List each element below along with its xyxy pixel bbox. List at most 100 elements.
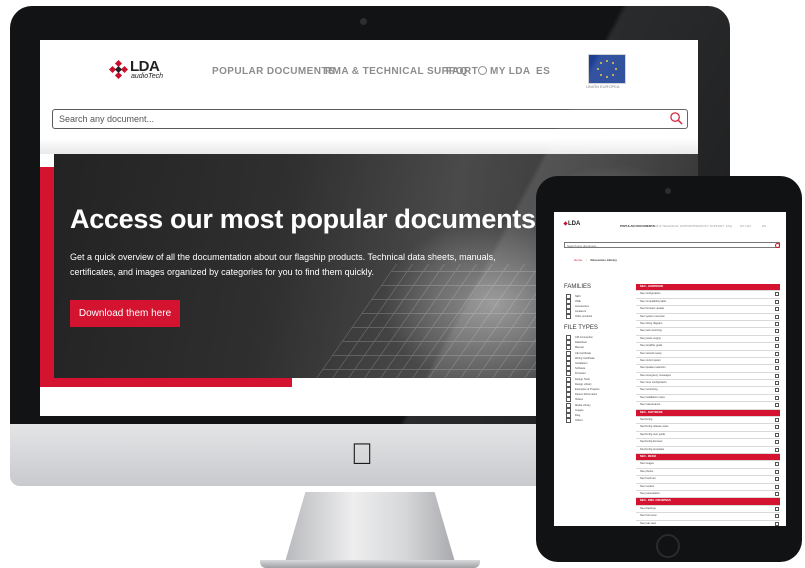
download-icon[interactable]	[775, 447, 779, 452]
document-row[interactable]: Neo zone configuration	[636, 380, 780, 388]
breadcrumb-current: Resources Library	[590, 258, 617, 262]
download-icon[interactable]	[775, 432, 779, 437]
download-icon[interactable]	[775, 299, 779, 304]
apple-icon: 	[348, 438, 376, 472]
document-row[interactable]: Neo monitoring	[636, 387, 780, 395]
download-icon[interactable]	[775, 469, 779, 474]
download-icon[interactable]	[775, 418, 779, 423]
document-row[interactable]: Neo power supply	[636, 336, 780, 344]
download-icon[interactable]	[775, 307, 779, 312]
download-icon[interactable]	[775, 321, 779, 326]
download-icon[interactable]	[775, 351, 779, 356]
document-row[interactable]: Neo system overview	[636, 314, 780, 321]
download-icon[interactable]	[775, 521, 779, 526]
tablet-nav-language[interactable]: ES	[762, 224, 766, 228]
download-icon[interactable]	[775, 344, 779, 349]
document-title: Neo amplifier guide	[640, 344, 663, 348]
search-input[interactable]	[59, 112, 639, 126]
document-list: NEO - HARDWARE Neo configuration Neo compa…	[636, 284, 780, 526]
document-title: Neo network setup	[640, 351, 662, 355]
document-row[interactable]: NeoConfig	[636, 417, 780, 425]
download-icon[interactable]	[775, 506, 779, 511]
document-row[interactable]: Neo brochure	[636, 476, 780, 484]
tablet-breadcrumb: Home / Resources Library	[574, 258, 617, 262]
download-icon[interactable]	[775, 358, 779, 363]
logo-mark-icon	[108, 59, 129, 80]
checkbox-icon	[566, 418, 571, 424]
monitor-camera	[360, 18, 367, 25]
nav-language[interactable]: ES	[536, 66, 550, 77]
tablet-site-logo[interactable]: LDA	[563, 221, 581, 227]
document-row[interactable]: Neo rear view	[636, 521, 780, 527]
document-row[interactable]: Neo presentation	[636, 491, 780, 499]
tablet-nav-product-support[interactable]: PRODUCT SUPPORT	[694, 224, 724, 228]
document-row[interactable]: Neo drawings	[636, 506, 780, 514]
download-icon[interactable]	[775, 314, 779, 319]
download-icon[interactable]	[775, 491, 779, 496]
download-icon[interactable]	[775, 484, 779, 489]
document-title: NeoConfig user guide	[640, 432, 666, 436]
document-row[interactable]: Neo amplifier guide	[636, 343, 780, 351]
document-row[interactable]: Neo installation notes	[636, 395, 780, 403]
document-row[interactable]: NeoConfig user guide	[636, 432, 780, 440]
document-row[interactable]: Neo firmware update	[636, 306, 780, 314]
download-icon[interactable]	[775, 462, 779, 467]
search-icon[interactable]	[669, 111, 684, 126]
document-title: Neo installation notes	[640, 395, 665, 399]
download-icon[interactable]	[775, 381, 779, 386]
document-row[interactable]: Neo images	[636, 461, 780, 469]
download-icon[interactable]	[775, 477, 779, 482]
download-button[interactable]: Download them here	[70, 300, 180, 327]
download-icon[interactable]	[775, 329, 779, 334]
document-title: Neo drawings	[640, 506, 656, 510]
download-icon[interactable]	[775, 366, 779, 371]
document-row[interactable]: Neo rack mounting	[636, 328, 780, 336]
download-icon[interactable]	[775, 425, 779, 430]
document-row[interactable]: Neo renders	[636, 484, 780, 491]
tablet-nav-popular[interactable]: POPULAR DOCUMENTS	[620, 224, 655, 228]
section-divider	[40, 138, 698, 154]
document-title: Neo zone configuration	[640, 381, 667, 385]
tablet-home-button[interactable]	[656, 534, 680, 558]
tablet-nav-rma[interactable]: RMA & TECHNICAL SUPPORT	[652, 224, 694, 228]
document-row[interactable]: Neo compatibility table	[636, 299, 780, 307]
download-icon[interactable]	[775, 440, 779, 445]
family-filter[interactable]: Other products	[566, 314, 592, 319]
document-row[interactable]: NeoConfig licenses	[636, 439, 780, 447]
document-row[interactable]: NeoConfig templates	[636, 447, 780, 454]
tablet-nav-faq[interactable]: FAQ	[726, 224, 732, 228]
download-icon[interactable]	[775, 403, 779, 408]
download-icon[interactable]	[775, 395, 779, 400]
nav-popular-documents[interactable]: POPULAR DOCUMENTS	[212, 66, 335, 77]
document-title: Neo monitoring	[640, 388, 658, 392]
search-bar[interactable]	[52, 109, 688, 129]
tablet-search-icon[interactable]	[775, 243, 780, 248]
document-row[interactable]: Neo emergency messages	[636, 373, 780, 381]
document-row[interactable]: Neo network setup	[636, 351, 780, 358]
breadcrumb-home[interactable]: Home	[574, 258, 582, 262]
download-icon[interactable]	[775, 336, 779, 341]
download-icon[interactable]	[775, 292, 779, 297]
nav-my-lda[interactable]: MY LDA	[478, 66, 531, 77]
site-logo[interactable]: LDA audioTech	[108, 58, 174, 84]
document-group-header: NEO - HARDWARE	[636, 284, 780, 292]
document-row[interactable]: Neo control panel	[636, 358, 780, 366]
document-row[interactable]: Neo maintenance	[636, 402, 780, 410]
download-icon[interactable]	[775, 388, 779, 393]
document-row[interactable]: Neo photos	[636, 469, 780, 477]
document-row[interactable]: Neo speaker selection	[636, 365, 780, 373]
document-group-header: NEO - MEDIA	[636, 453, 780, 462]
file-type-filter[interactable]: Others	[566, 418, 583, 424]
document-row[interactable]: NeoConfig release notes	[636, 424, 780, 432]
document-row[interactable]: Neo wiring diagram	[636, 321, 780, 329]
download-icon[interactable]	[775, 373, 779, 378]
tablet-logo-text: LDA	[568, 221, 581, 227]
document-title: NeoConfig release notes	[640, 425, 669, 429]
nav-faq[interactable]: FAQ	[446, 66, 468, 77]
document-row[interactable]: Neo configuration	[636, 291, 780, 299]
download-icon[interactable]	[775, 514, 779, 519]
eu-flag-icon	[588, 54, 626, 84]
document-row[interactable]: Neo front view	[636, 513, 780, 521]
tablet-nav-my-lda[interactable]: MY LDA	[740, 224, 751, 228]
tablet-search-input[interactable]: Search any document...	[564, 242, 780, 248]
